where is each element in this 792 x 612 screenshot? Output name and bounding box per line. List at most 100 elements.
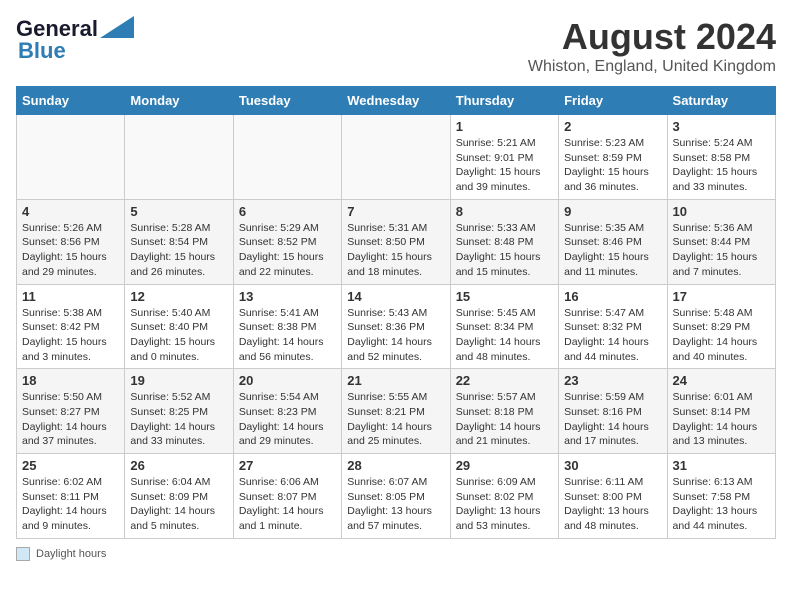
day-number: 20 [239, 373, 336, 388]
calendar-cell: 16 Sunrise: 5:47 AMSunset: 8:32 PMDayligh… [559, 284, 667, 369]
calendar-cell: 3 Sunrise: 5:24 AMSunset: 8:58 PMDaylight… [667, 115, 775, 200]
calendar-cell: 28 Sunrise: 6:07 AMSunset: 8:05 PMDayligh… [342, 454, 450, 539]
calendar-cell: 6 Sunrise: 5:29 AMSunset: 8:52 PMDaylight… [233, 199, 341, 284]
day-number: 25 [22, 458, 119, 473]
daylight-legend-box [16, 547, 30, 561]
day-number: 3 [673, 119, 770, 134]
calendar-cell: 14Sunrise: 5:43 AMSunset: 8:36 PMDayligh… [342, 284, 450, 369]
day-info: Sunrise: 5:50 AMSunset: 8:27 PMDaylight:… [22, 390, 119, 449]
day-info: Sunrise: 6:06 AMSunset: 8:07 PMDaylight:… [239, 475, 336, 534]
day-number: 16 [564, 289, 661, 304]
day-number: 28 [347, 458, 444, 473]
calendar-cell [233, 115, 341, 200]
day-info: Sunrise: 5:26 AMSunset: 8:56 PMDaylight:… [22, 221, 119, 280]
day-number: 2 [564, 119, 661, 134]
day-info: Sunrise: 5:43 AMSunset: 8:36 PMDaylight:… [347, 306, 444, 365]
day-info: Sunrise: 5:28 AMSunset: 8:54 PMDaylight:… [130, 221, 227, 280]
calendar-cell: 15 Sunrise: 5:45 AMSunset: 8:34 PMDayligh… [450, 284, 558, 369]
day-number: 19 [130, 373, 227, 388]
day-number: 10 [673, 204, 770, 219]
day-info: Sunrise: 5:23 AMSunset: 8:59 PMDaylight:… [564, 136, 661, 195]
calendar-cell: 21 Sunrise: 5:55 AMSunset: 8:21 PMDayligh… [342, 369, 450, 454]
logo: General Blue [16, 16, 134, 64]
calendar-cell: 1Sunrise: 5:21 AMSunset: 9:01 PMDaylight… [450, 115, 558, 200]
day-number: 24 [673, 373, 770, 388]
day-info: Sunrise: 6:02 AMSunset: 8:11 PMDaylight:… [22, 475, 119, 534]
calendar-cell: 11 Sunrise: 5:38 AMSunset: 8:42 PMDayligh… [17, 284, 125, 369]
day-number: 30 [564, 458, 661, 473]
day-number: 6 [239, 204, 336, 219]
title-block: August 2024 Whiston, England, United Kin… [528, 16, 776, 76]
calendar-cell: 17Sunrise: 5:48 AMSunset: 8:29 PMDayligh… [667, 284, 775, 369]
day-info: Sunrise: 6:09 AMSunset: 8:02 PMDaylight:… [456, 475, 553, 534]
month-title: August 2024 [528, 16, 776, 58]
day-info: Sunrise: 6:07 AMSunset: 8:05 PMDaylight:… [347, 475, 444, 534]
day-info: Sunrise: 5:47 AMSunset: 8:32 PMDaylight:… [564, 306, 661, 365]
calendar-week-4: 18 Sunrise: 5:50 AMSunset: 8:27 PMDayligh… [17, 369, 776, 454]
header-tuesday: Tuesday [233, 87, 341, 115]
logo-triangle-icon [100, 16, 134, 38]
day-number: 9 [564, 204, 661, 219]
day-number: 15 [456, 289, 553, 304]
day-info: Sunrise: 5:33 AMSunset: 8:48 PMDaylight:… [456, 221, 553, 280]
day-info: Sunrise: 5:40 AMSunset: 8:40 PMDaylight:… [130, 306, 227, 365]
day-number: 11 [22, 289, 119, 304]
day-info: Sunrise: 5:57 AMSunset: 8:18 PMDaylight:… [456, 390, 553, 449]
calendar-cell: 4Sunrise: 5:26 AMSunset: 8:56 PMDaylight… [17, 199, 125, 284]
day-number: 31 [673, 458, 770, 473]
calendar-cell [17, 115, 125, 200]
calendar-cell: 10 Sunrise: 5:36 AMSunset: 8:44 PMDayligh… [667, 199, 775, 284]
day-number: 1 [456, 119, 553, 134]
day-info: Sunrise: 5:35 AMSunset: 8:46 PMDaylight:… [564, 221, 661, 280]
day-info: Sunrise: 6:04 AMSunset: 8:09 PMDaylight:… [130, 475, 227, 534]
day-number: 26 [130, 458, 227, 473]
day-number: 29 [456, 458, 553, 473]
calendar-cell: 9 Sunrise: 5:35 AMSunset: 8:46 PMDaylight… [559, 199, 667, 284]
calendar-week-2: 4Sunrise: 5:26 AMSunset: 8:56 PMDaylight… [17, 199, 776, 284]
header-thursday: Thursday [450, 87, 558, 115]
calendar-cell: 30Sunrise: 6:11 AMSunset: 8:00 PMDayligh… [559, 454, 667, 539]
day-number: 8 [456, 204, 553, 219]
calendar-cell: 29 Sunrise: 6:09 AMSunset: 8:02 PMDayligh… [450, 454, 558, 539]
day-number: 12 [130, 289, 227, 304]
day-info: Sunrise: 5:45 AMSunset: 8:34 PMDaylight:… [456, 306, 553, 365]
day-info: Sunrise: 5:59 AMSunset: 8:16 PMDaylight:… [564, 390, 661, 449]
calendar-week-3: 11 Sunrise: 5:38 AMSunset: 8:42 PMDayligh… [17, 284, 776, 369]
day-info: Sunrise: 5:38 AMSunset: 8:42 PMDaylight:… [22, 306, 119, 365]
calendar-cell: 22Sunrise: 5:57 AMSunset: 8:18 PMDayligh… [450, 369, 558, 454]
day-info: Sunrise: 5:24 AMSunset: 8:58 PMDaylight:… [673, 136, 770, 195]
calendar-cell [342, 115, 450, 200]
calendar-cell: 5Sunrise: 5:28 AMSunset: 8:54 PMDaylight… [125, 199, 233, 284]
day-info: Sunrise: 5:31 AMSunset: 8:50 PMDaylight:… [347, 221, 444, 280]
calendar-cell [125, 115, 233, 200]
day-info: Sunrise: 5:52 AMSunset: 8:25 PMDaylight:… [130, 390, 227, 449]
calendar-cell: 18 Sunrise: 5:50 AMSunset: 8:27 PMDayligh… [17, 369, 125, 454]
calendar-week-5: 25 Sunrise: 6:02 AMSunset: 8:11 PMDayligh… [17, 454, 776, 539]
calendar-cell: 8 Sunrise: 5:33 AMSunset: 8:48 PMDaylight… [450, 199, 558, 284]
calendar-header-row: SundayMondayTuesdayWednesdayThursdayFrid… [17, 87, 776, 115]
calendar-cell: 31 Sunrise: 6:13 AMSunset: 7:58 PMDayligh… [667, 454, 775, 539]
day-info: Sunrise: 5:41 AMSunset: 8:38 PMDaylight:… [239, 306, 336, 365]
day-number: 18 [22, 373, 119, 388]
footer: Daylight hours [16, 547, 776, 561]
day-info: Sunrise: 6:01 AMSunset: 8:14 PMDaylight:… [673, 390, 770, 449]
header-friday: Friday [559, 87, 667, 115]
header-monday: Monday [125, 87, 233, 115]
day-info: Sunrise: 5:55 AMSunset: 8:21 PMDaylight:… [347, 390, 444, 449]
day-info: Sunrise: 5:36 AMSunset: 8:44 PMDaylight:… [673, 221, 770, 280]
calendar-cell: 7 Sunrise: 5:31 AMSunset: 8:50 PMDaylight… [342, 199, 450, 284]
day-info: Sunrise: 6:13 AMSunset: 7:58 PMDaylight:… [673, 475, 770, 534]
day-info: Sunrise: 5:48 AMSunset: 8:29 PMDaylight:… [673, 306, 770, 365]
calendar-cell: 23Sunrise: 5:59 AMSunset: 8:16 PMDayligh… [559, 369, 667, 454]
day-number: 21 [347, 373, 444, 388]
location-subtitle: Whiston, England, United Kingdom [528, 58, 776, 76]
calendar-cell: 20Sunrise: 5:54 AMSunset: 8:23 PMDayligh… [233, 369, 341, 454]
calendar-week-1: 1Sunrise: 5:21 AMSunset: 9:01 PMDaylight… [17, 115, 776, 200]
calendar-cell: 12 Sunrise: 5:40 AMSunset: 8:40 PMDayligh… [125, 284, 233, 369]
calendar-cell: 19 Sunrise: 5:52 AMSunset: 8:25 PMDayligh… [125, 369, 233, 454]
day-info: Sunrise: 5:29 AMSunset: 8:52 PMDaylight:… [239, 221, 336, 280]
day-number: 7 [347, 204, 444, 219]
header-saturday: Saturday [667, 87, 775, 115]
calendar-cell: 26 Sunrise: 6:04 AMSunset: 8:09 PMDayligh… [125, 454, 233, 539]
logo-blue: Blue [18, 38, 66, 64]
